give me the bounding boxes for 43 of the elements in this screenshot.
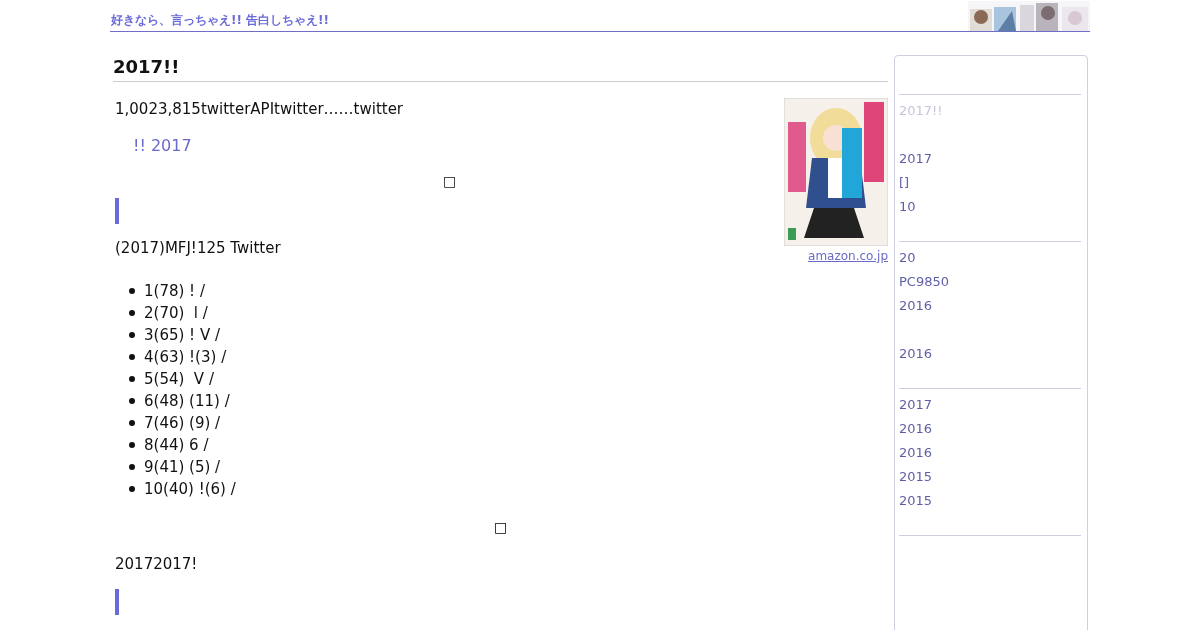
ranking-item: 8(44) 6 / xyxy=(144,434,209,456)
sidebar-link[interactable]: [] xyxy=(899,171,1081,195)
quote-bar xyxy=(115,198,119,224)
bullet-icon xyxy=(129,376,135,382)
sidebar-link[interactable]: 2017 xyxy=(899,147,1081,171)
site-title: 好きなら、言っちゃえ!! 告白しちゃえ!! xyxy=(110,12,330,29)
sidebar-link[interactable]: 2015 xyxy=(899,465,1081,489)
sidebar-link[interactable]: 2016 xyxy=(899,441,1081,465)
article-link[interactable]: !! 2017 xyxy=(133,135,784,157)
ranking-item: 2(70) l / xyxy=(144,302,208,324)
bullet-icon xyxy=(129,310,135,316)
sidebar-link[interactable]: 10 xyxy=(899,195,1081,219)
sidebar-link[interactable]: 2015 xyxy=(899,489,1081,513)
sidebar-link[interactable]: 2016 xyxy=(899,294,1081,318)
ranking-item: 4(63) !(3) / xyxy=(144,346,227,368)
closing-text: 20172017! xyxy=(114,554,199,575)
sidebar-link[interactable]: 2016 xyxy=(899,342,1081,366)
bullet-icon xyxy=(129,420,135,426)
ranking-item: 6(48) (11) / xyxy=(144,390,230,412)
bullet-icon xyxy=(129,464,135,470)
quote-bar xyxy=(115,589,119,615)
bullet-icon xyxy=(129,442,135,448)
ranking-item: 9(41) (5) / xyxy=(144,456,221,478)
ranking-item: 1(78) ! / xyxy=(144,280,205,302)
source-link[interactable]: amazon.co.jp xyxy=(808,247,888,265)
bullet-icon xyxy=(129,354,135,360)
missing-glyph: □ xyxy=(442,172,457,191)
ranking-item: 7(46) (9) / xyxy=(144,412,221,434)
sidebar-link[interactable]: 2017 xyxy=(899,393,1081,417)
ranking-item: 10(40) !(6) / xyxy=(144,478,236,500)
ranking-item: 3(65) ! V / xyxy=(144,324,220,346)
sidebar-link[interactable]: 2016 xyxy=(899,417,1081,441)
article-title: 2017!! xyxy=(113,55,181,79)
intro-text: 1,0023,815twitterAPItwitter……twitter xyxy=(115,99,405,120)
bullet-icon xyxy=(129,332,135,338)
bullet-icon xyxy=(129,398,135,404)
sidebar-link[interactable]: PC9850 xyxy=(899,270,1081,294)
sidebar-link[interactable]: 20 xyxy=(899,246,1081,270)
bullet-icon xyxy=(129,288,135,294)
missing-glyph: □ xyxy=(493,518,508,537)
bullet-icon xyxy=(129,486,135,492)
ranking-intro: (2017)MFJ!125 Twitter xyxy=(115,238,282,259)
ranking-item: 5(54) V / xyxy=(144,368,214,390)
